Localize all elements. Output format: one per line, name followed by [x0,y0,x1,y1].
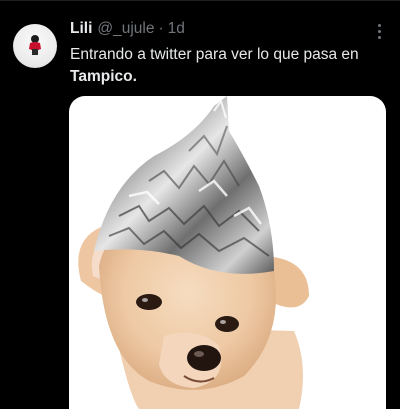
tweet-text-line-1: Entrando a twitter para ver lo que pasa … [70,46,359,63]
header-separator: · [158,20,164,37]
tweet-timestamp[interactable]: 1d [168,20,185,38]
author-display-name[interactable]: Lili [70,20,92,38]
author-handle[interactable]: @_ujule [97,20,154,38]
tweet-media-image[interactable] [69,96,386,409]
avatar-figure-icon [29,35,41,55]
tweet-header: Lili @_ujule · 1d [70,20,185,44]
more-vertical-icon[interactable] [376,24,382,42]
tweet-text-line-2: Tampico. [70,68,137,85]
tweet-text: Entrando a twitter para ver lo que pasa … [70,44,390,88]
divider [0,0,400,1]
avatar[interactable] [13,24,57,68]
tweet-card[interactable]: Lili @_ujule · 1d Entrando a twitter par… [0,0,400,409]
dog-tinfoil-hat-illustration [78,96,309,409]
